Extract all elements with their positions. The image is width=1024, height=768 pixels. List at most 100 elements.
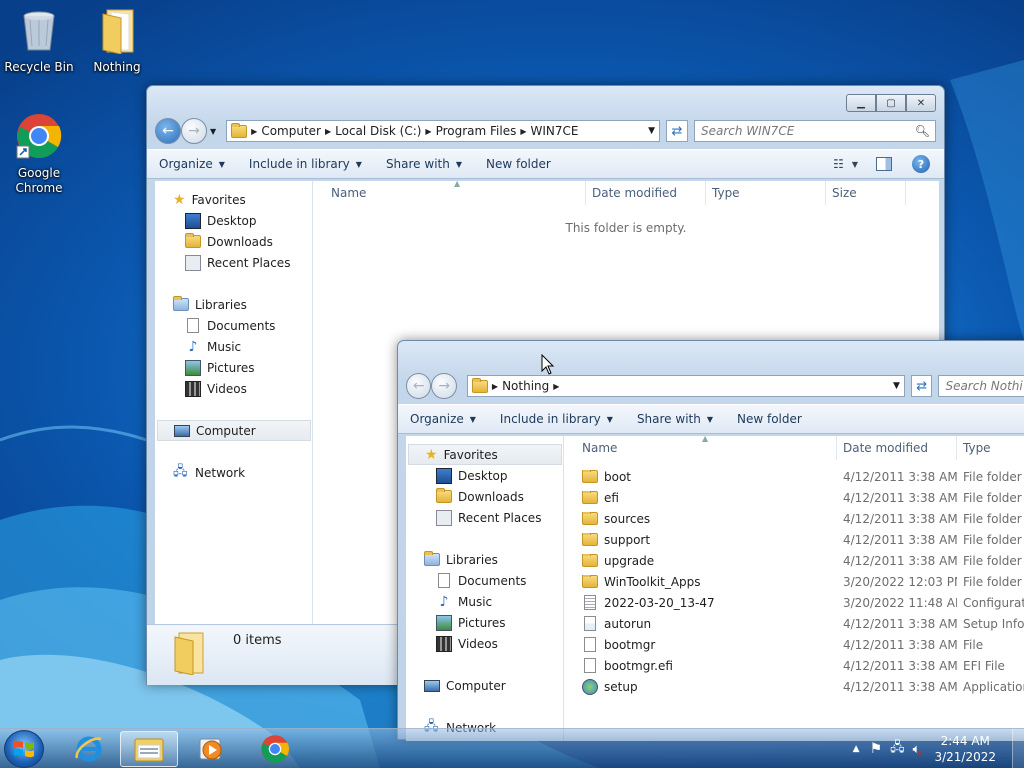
file-row[interactable]: sources 4/12/2011 3:38 AM File folder bbox=[564, 508, 1024, 529]
file-row[interactable]: bootmgr.efi 4/12/2011 3:38 AM EFI File bbox=[564, 655, 1024, 676]
include-in-library-button[interactable]: Include in library ▼ bbox=[237, 157, 374, 171]
nav-documents[interactable]: Documents bbox=[185, 315, 275, 336]
close-button[interactable]: ✕ bbox=[906, 94, 936, 112]
recent-pages-dropdown[interactable]: ▼ bbox=[210, 127, 216, 136]
file-date: 3/20/2022 11:48 AM bbox=[843, 595, 957, 610]
search-box[interactable]: Search Nothi bbox=[938, 375, 1024, 397]
breadcrumb-arrow[interactable]: ▶ bbox=[492, 382, 498, 391]
recycle-bin-desktop-icon[interactable]: Recycle Bin bbox=[2, 6, 76, 75]
nav-videos-label: Videos bbox=[207, 381, 247, 396]
organize-button[interactable]: Organize ▼ bbox=[147, 157, 237, 171]
col-name[interactable]: Name bbox=[564, 436, 837, 460]
nav-downloads[interactable]: Downloads bbox=[185, 231, 273, 252]
breadcrumb-local-disk[interactable]: Local Disk (C:) bbox=[335, 124, 421, 138]
nav-libraries[interactable]: Libraries bbox=[173, 294, 247, 315]
breadcrumb-program-files[interactable]: Program Files bbox=[436, 124, 517, 138]
search-box[interactable]: Search WIN7CE 🔍︎ bbox=[694, 120, 936, 142]
folder-icon bbox=[582, 469, 598, 483]
address-bar[interactable]: ▶ Nothing ▶ ▼ bbox=[466, 375, 905, 397]
taskbar-chrome-button[interactable] bbox=[246, 731, 304, 767]
breadcrumb-computer[interactable]: Computer bbox=[261, 124, 321, 138]
file-row[interactable]: upgrade 4/12/2011 3:38 AM File folder bbox=[564, 550, 1024, 571]
nav-computer[interactable]: Computer bbox=[424, 675, 506, 696]
col-name[interactable]: Name bbox=[313, 181, 586, 205]
show-hidden-icons-button[interactable]: ▲ bbox=[853, 744, 860, 754]
forward-button[interactable]: → bbox=[181, 118, 207, 144]
chrome-icon bbox=[16, 114, 62, 159]
new-folder-button[interactable]: New folder bbox=[725, 412, 814, 426]
organize-button[interactable]: Organize ▼ bbox=[398, 412, 488, 426]
breadcrumb-arrow[interactable]: ▶ bbox=[553, 382, 559, 391]
preview-pane-icon[interactable] bbox=[876, 157, 892, 171]
nav-downloads[interactable]: Downloads bbox=[436, 486, 524, 507]
file-row[interactable]: setup 4/12/2011 3:38 AM Application bbox=[564, 676, 1024, 697]
taskbar-explorer-button[interactable] bbox=[120, 731, 178, 767]
file-row[interactable]: autorun 4/12/2011 3:38 AM Setup Inforn bbox=[564, 613, 1024, 634]
breadcrumb-nothing[interactable]: Nothing bbox=[502, 379, 549, 393]
documents-icon bbox=[438, 573, 450, 588]
refresh-icon[interactable]: ⇄ bbox=[666, 120, 688, 142]
new-folder-button[interactable]: New folder bbox=[474, 157, 563, 171]
nav-libraries[interactable]: Libraries bbox=[424, 549, 498, 570]
breadcrumb-arrow[interactable]: ▶ bbox=[425, 127, 431, 136]
nav-videos[interactable]: Videos bbox=[436, 633, 498, 654]
videos-icon bbox=[185, 380, 201, 397]
network-tray-icon[interactable]: 🖧︎ bbox=[890, 738, 905, 760]
views-button[interactable]: ☷ ▼ bbox=[833, 157, 858, 171]
nav-recent-places[interactable]: Recent Places bbox=[436, 507, 541, 528]
file-row[interactable]: 2022-03-20_13-47 3/20/2022 11:48 AM Config… bbox=[564, 592, 1024, 613]
nav-pictures[interactable]: Pictures bbox=[185, 357, 255, 378]
nav-pictures[interactable]: Pictures bbox=[436, 612, 506, 633]
nav-documents[interactable]: Documents bbox=[436, 570, 526, 591]
help-icon[interactable]: ? bbox=[912, 155, 930, 173]
share-with-button[interactable]: Share with ▼ bbox=[625, 412, 725, 426]
col-type[interactable]: Type bbox=[957, 436, 1024, 460]
nav-desktop[interactable]: Desktop bbox=[436, 465, 508, 486]
clock[interactable]: 2:44 AM 3/21/2022 bbox=[934, 733, 996, 765]
address-bar[interactable]: ▶ Computer ▶ Local Disk (C:) ▶ Program F… bbox=[226, 120, 660, 142]
taskbar-ie-button[interactable] bbox=[60, 731, 118, 767]
file-row[interactable]: WinToolkit_Apps 3/20/2022 12:03 PM File fo… bbox=[564, 571, 1024, 592]
breadcrumb-arrow[interactable]: ▶ bbox=[520, 127, 526, 136]
nothing-folder-desktop-icon[interactable]: Nothing bbox=[80, 6, 154, 75]
nav-computer[interactable]: Computer bbox=[157, 420, 311, 441]
nav-music[interactable]: ♪ Music bbox=[436, 591, 493, 612]
start-button[interactable] bbox=[4, 730, 44, 768]
file-row[interactable]: boot 4/12/2011 3:38 AM File folder bbox=[564, 466, 1024, 487]
nav-desktop[interactable]: Desktop bbox=[185, 210, 257, 231]
maximize-button[interactable]: ▢ bbox=[876, 94, 906, 112]
nav-favorites[interactable]: ★ Favorites bbox=[408, 444, 562, 465]
file-row[interactable]: bootmgr 4/12/2011 3:38 AM File bbox=[564, 634, 1024, 655]
taskbar-media-player-button[interactable] bbox=[182, 731, 240, 767]
col-type[interactable]: Type bbox=[706, 181, 826, 205]
share-with-button[interactable]: Share with ▼ bbox=[374, 157, 474, 171]
file-row[interactable]: efi 4/12/2011 3:38 AM File folder bbox=[564, 487, 1024, 508]
show-desktop-button[interactable] bbox=[1012, 729, 1024, 768]
volume-muted-icon[interactable]: 🔈︎ ✕ bbox=[913, 742, 924, 759]
nav-music[interactable]: ♪ Music bbox=[185, 336, 242, 357]
address-dropdown[interactable]: ▼ bbox=[893, 381, 900, 391]
refresh-icon[interactable]: ⇄ bbox=[910, 375, 933, 397]
nav-favorites[interactable]: ★ Favorites bbox=[173, 189, 246, 210]
chrome-desktop-icon[interactable]: Google Chrome bbox=[2, 112, 76, 196]
breadcrumb-arrow[interactable]: ▶ bbox=[251, 127, 257, 136]
nav-recent-places[interactable]: Recent Places bbox=[185, 252, 290, 273]
minimize-button[interactable]: ▁ bbox=[846, 94, 876, 112]
explorer-window-nothing[interactable]: ← → ▶ Nothing ▶ ▼ ⇄ Search Nothi Organiz… bbox=[397, 340, 1024, 741]
col-date-modified[interactable]: Date modified bbox=[837, 436, 957, 460]
breadcrumb-win7ce[interactable]: WIN7CE bbox=[531, 124, 579, 138]
nav-videos[interactable]: Videos bbox=[185, 378, 247, 399]
nav-network[interactable]: 🖧︎ Network bbox=[173, 462, 245, 483]
col-date-modified[interactable]: Date modified bbox=[586, 181, 706, 205]
action-center-flag-icon[interactable]: ⚑ bbox=[870, 741, 883, 757]
file-row[interactable]: support 4/12/2011 3:38 AM File folder bbox=[564, 529, 1024, 550]
include-in-library-button[interactable]: Include in library ▼ bbox=[488, 412, 625, 426]
back-button[interactable]: ← bbox=[406, 373, 432, 399]
setup-info-icon bbox=[584, 616, 596, 631]
address-dropdown[interactable]: ▼ bbox=[648, 126, 655, 136]
back-button[interactable]: ← bbox=[155, 118, 181, 144]
forward-button[interactable]: → bbox=[431, 373, 457, 399]
col-size[interactable]: Size bbox=[826, 181, 906, 205]
command-bar: Organize ▼ Include in library ▼ Share with… bbox=[398, 404, 1024, 434]
breadcrumb-arrow[interactable]: ▶ bbox=[325, 127, 331, 136]
